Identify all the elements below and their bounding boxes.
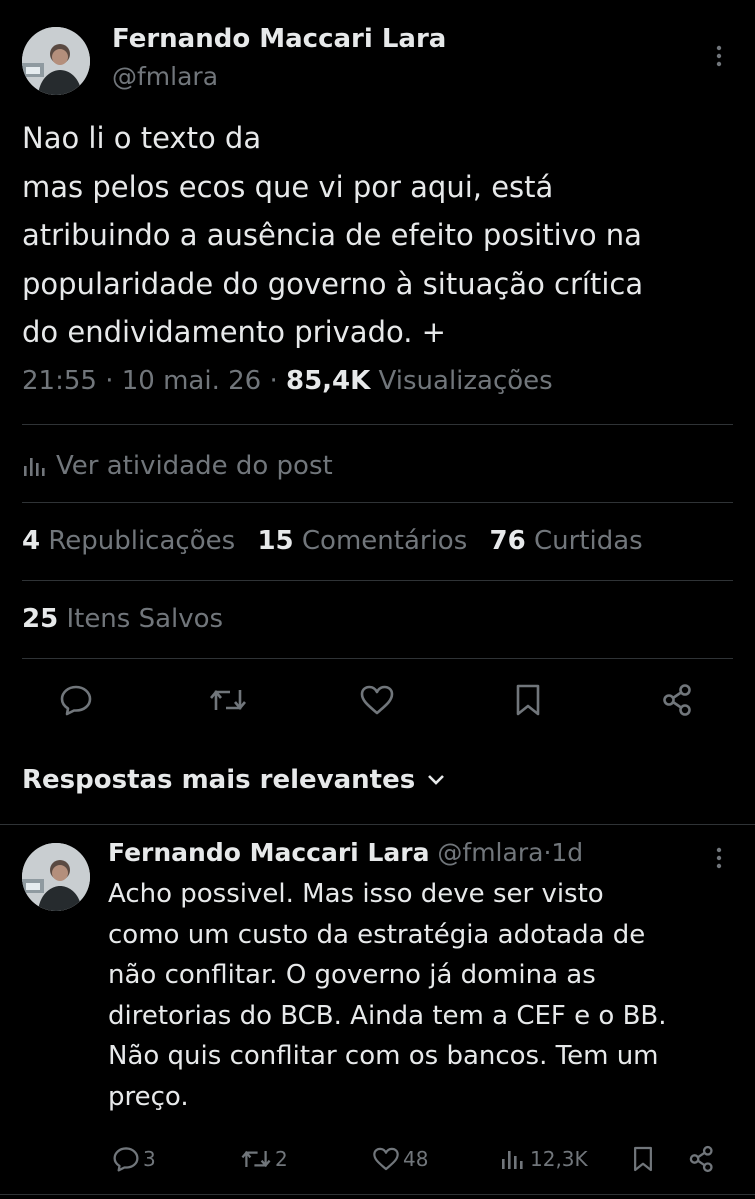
comments-label: Comentários — [301, 526, 468, 556]
post-text: Nao li o texto da mas pelos ecos que vi … — [22, 114, 643, 357]
comments-stat[interactable]: 15 Comentários — [257, 526, 475, 556]
likes-label: Curtidas — [533, 526, 643, 556]
reposts-stat[interactable]: 4 Republicações — [22, 526, 243, 556]
reply-replies-button[interactable]: 3 — [112, 1144, 156, 1174]
reply-likes-count: 48 — [403, 1147, 429, 1171]
analytics-icon — [500, 1148, 524, 1170]
post-activity-link[interactable]: Ver atividade do post — [22, 448, 333, 484]
repost-icon[interactable] — [206, 680, 250, 720]
reposts-count: 4 — [22, 526, 41, 556]
like-icon[interactable] — [356, 680, 398, 720]
reply-header: Fernando Maccari Lara @fmlara·1d — [108, 838, 583, 867]
reply-like-button[interactable]: 48 — [372, 1144, 428, 1174]
engagement-stats: 4 Republicações 15 Comentários 76 Curtid… — [22, 526, 643, 556]
post-date[interactable]: 10 mai. 26 — [122, 366, 261, 396]
more-options-icon[interactable] — [708, 43, 730, 69]
heart-icon — [372, 1146, 400, 1172]
reply-author-avatar[interactable] — [22, 843, 90, 911]
reply-icon[interactable] — [56, 680, 96, 720]
reply-text-line: diretorias do BCB. Ainda tem a CEF e o B… — [108, 1000, 667, 1031]
divider — [0, 1194, 755, 1195]
reply-age[interactable]: 1d — [551, 838, 583, 867]
post-text-line: atribuindo a ausência de efeito positivo… — [22, 218, 642, 252]
reply-text-line: não conflitar. O governo já domina as — [108, 960, 596, 990]
reply-text-line: como um custo da estratégia adotada de — [108, 919, 646, 950]
reply-text: Acho possivel. Mas isso deve ser visto c… — [108, 874, 667, 1117]
bookmark-icon[interactable] — [510, 680, 546, 720]
share-icon[interactable] — [658, 680, 698, 720]
post-meta: 21:55 · 10 mai. 26 · 85,4K Visualizações — [22, 366, 553, 396]
reply-views-count: 12,3K — [530, 1147, 588, 1171]
reply-bookmark-icon[interactable] — [630, 1144, 656, 1174]
meta-separator: · — [269, 366, 278, 396]
comments-count: 15 — [257, 526, 294, 556]
reply-views-button[interactable]: 12,3K — [500, 1144, 588, 1174]
divider — [0, 824, 755, 825]
likes-stat[interactable]: 76 Curtidas — [490, 526, 643, 556]
post-activity-label: Ver atividade do post — [56, 451, 333, 481]
reply-repost-button[interactable]: 2 — [240, 1144, 288, 1174]
repost-icon — [240, 1146, 272, 1172]
saves-label: Itens Salvos — [66, 604, 224, 634]
post-text-line: Nao li o texto da — [22, 121, 262, 155]
saves-count: 25 — [22, 604, 59, 634]
divider — [22, 580, 733, 581]
author-name[interactable]: Fernando Maccari Lara — [112, 24, 446, 54]
reply-text-line: preço. — [108, 1081, 189, 1112]
divider — [22, 424, 733, 425]
meta-separator: · — [105, 366, 114, 396]
post-time[interactable]: 21:55 — [22, 366, 97, 396]
reply-text-line: Acho possivel. Mas isso deve ser visto — [108, 879, 604, 909]
replies-sort-button[interactable]: Respostas mais relevantes — [22, 765, 445, 795]
reply-text-line: Não quis conflitar com os bancos. Tem um — [108, 1041, 659, 1071]
reposts-label: Republicações — [48, 526, 236, 556]
chevron-down-icon — [427, 774, 445, 786]
analytics-icon — [22, 455, 46, 477]
reply-replies-count: 3 — [143, 1147, 156, 1171]
author-handle[interactable]: @fmlara — [112, 62, 218, 91]
saves-stat[interactable]: 25 Itens Salvos — [22, 604, 223, 634]
post-text-line: do endividamento privado. + — [22, 315, 446, 349]
reply-icon — [112, 1146, 140, 1172]
views-label: Visualizações — [378, 366, 553, 396]
post-text-line: mas pelos ecos que vi por aqui, está — [22, 169, 554, 204]
reply-share-icon[interactable] — [686, 1144, 718, 1174]
reply-reposts-count: 2 — [275, 1147, 288, 1171]
views-count: 85,4K — [285, 366, 371, 396]
divider — [22, 658, 733, 659]
author-avatar[interactable] — [22, 27, 90, 95]
reply-author-handle[interactable]: @fmlara — [437, 838, 543, 867]
likes-count: 76 — [489, 526, 526, 556]
replies-sort-label: Respostas mais relevantes — [22, 765, 416, 795]
post-text-line: popularidade do governo à situação críti… — [22, 266, 644, 301]
reply-author-name[interactable]: Fernando Maccari Lara — [108, 838, 429, 867]
reply-more-options-icon[interactable] — [708, 845, 730, 871]
divider — [22, 502, 733, 503]
